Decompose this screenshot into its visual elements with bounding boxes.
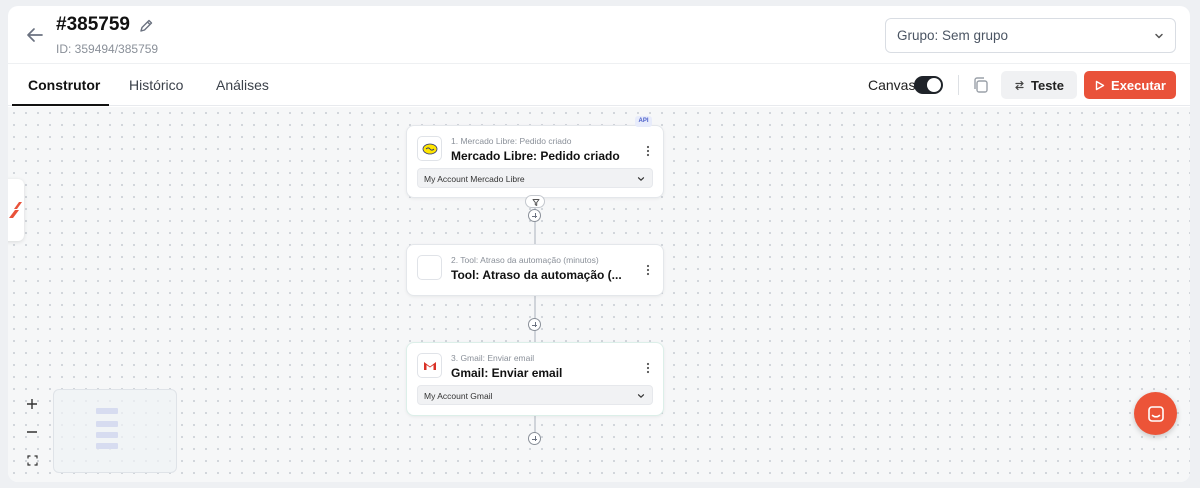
add-step-button[interactable] (528, 209, 541, 222)
add-step-button[interactable] (528, 432, 541, 445)
active-tab-indicator (12, 104, 109, 106)
toolbar-divider (958, 75, 959, 95)
execute-button[interactable]: Executar (1084, 71, 1176, 99)
mercado-libre-icon (417, 136, 442, 161)
fullscreen-icon (26, 454, 38, 466)
test-button[interactable]: Teste (1001, 71, 1077, 99)
minimap-node (96, 443, 118, 449)
node-menu-button[interactable] (645, 144, 651, 158)
pencil-icon (140, 19, 153, 32)
test-button-label: Teste (1031, 77, 1064, 93)
canvas-toggle[interactable] (914, 76, 943, 94)
duplicate-button[interactable] (970, 74, 992, 96)
chevron-down-icon (637, 177, 645, 181)
brand-logo-icon (9, 202, 22, 218)
minimap[interactable] (53, 389, 177, 473)
workflow-node-1[interactable]: 1. Mercado Libre: Pedido criado Mercado … (406, 125, 664, 198)
edit-title-button[interactable] (138, 18, 154, 34)
filter-icon (532, 199, 540, 206)
more-vertical-icon (646, 264, 650, 276)
chat-support-button[interactable] (1134, 392, 1177, 435)
automation-id: ID: 359494/385759 (56, 42, 159, 56)
chevron-down-icon (1155, 33, 1163, 39)
add-step-button[interactable] (528, 318, 541, 331)
node-step-label: 3. Gmail: Enviar email (451, 353, 535, 363)
arrow-left-icon (27, 28, 43, 42)
zoom-controls (17, 390, 47, 476)
node-title: Gmail: Enviar email (451, 366, 563, 380)
plus-icon (27, 399, 37, 409)
tab-bar: Construtor Histórico Análises Canvas Tes… (8, 64, 1190, 106)
account-select-value: My Account Mercado Libre (424, 174, 525, 184)
more-vertical-icon (646, 362, 650, 374)
back-button[interactable] (24, 24, 46, 46)
execute-button-label: Executar (1111, 77, 1166, 93)
side-panel-tab[interactable] (8, 179, 24, 241)
minimap-node (96, 432, 118, 438)
tab-analises[interactable]: Análises (216, 77, 269, 93)
swap-arrows-icon (1015, 80, 1024, 90)
page-header: #385759 ID: 359494/385759 Grupo: Sem gru… (8, 6, 1190, 64)
account-select-value: My Account Gmail (424, 391, 493, 401)
node-menu-button[interactable] (645, 361, 651, 375)
minus-icon (27, 431, 37, 433)
node-step-label: 1. Mercado Libre: Pedido criado (451, 136, 572, 146)
toggle-knob (927, 78, 941, 92)
node-title: Mercado Libre: Pedido criado (451, 149, 620, 163)
node-menu-button[interactable] (645, 263, 651, 277)
fit-view-button[interactable] (17, 446, 47, 474)
canvas-toggle-label: Canvas (868, 77, 916, 93)
add-filter-button[interactable] (525, 195, 545, 208)
group-select-value: Grupo: Sem grupo (897, 28, 1009, 43)
minimap-node (96, 421, 118, 427)
node-step-label: 2. Tool: Atraso da automação (minutos) (451, 255, 599, 265)
zoom-out-button[interactable] (17, 418, 47, 446)
tab-construtor[interactable]: Construtor (28, 77, 100, 93)
app-frame: #385759 ID: 359494/385759 Grupo: Sem gru… (8, 6, 1190, 482)
play-icon (1095, 80, 1105, 90)
minimap-node (96, 408, 118, 414)
tool-icon (417, 255, 442, 280)
chevron-down-icon (637, 394, 645, 398)
workflow-node-2[interactable]: 2. Tool: Atraso da automação (minutos) T… (406, 244, 664, 296)
node-account-select[interactable]: My Account Mercado Libre (417, 168, 653, 188)
api-badge: API (635, 116, 652, 127)
workflow-canvas[interactable]: 1. Mercado Libre: Pedido criado Mercado … (8, 107, 1190, 482)
tab-historico[interactable]: Histórico (129, 77, 183, 93)
chat-icon (1147, 405, 1164, 422)
copy-icon (974, 77, 988, 93)
page-title: #385759 (56, 14, 130, 35)
gmail-icon (417, 353, 442, 378)
group-select[interactable]: Grupo: Sem grupo (885, 18, 1176, 53)
more-vertical-icon (646, 145, 650, 157)
zoom-in-button[interactable] (17, 390, 47, 418)
node-account-select[interactable]: My Account Gmail (417, 385, 653, 405)
workflow-node-3[interactable]: 3. Gmail: Enviar email Gmail: Enviar ema… (406, 342, 664, 416)
node-title: Tool: Atraso da automação (... (451, 268, 622, 282)
